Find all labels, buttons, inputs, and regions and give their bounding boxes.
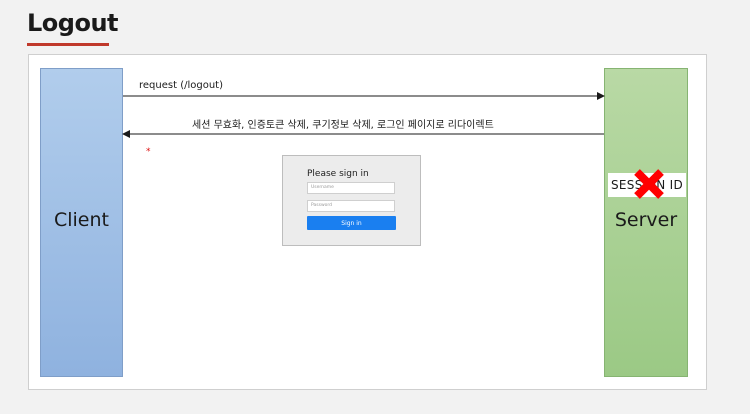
password-field[interactable]: Password bbox=[307, 200, 395, 212]
username-field[interactable]: Username bbox=[307, 182, 395, 194]
red-annotation-mark: * bbox=[146, 147, 151, 157]
login-title: Please sign in bbox=[307, 169, 369, 179]
request-label: request (/logout) bbox=[139, 80, 223, 91]
response-label: 세션 무효화, 인증토큰 삭제, 쿠기정보 삭제, 로그인 페이지로 리다이렉트 bbox=[192, 120, 494, 131]
sign-in-button[interactable]: Sign in bbox=[307, 216, 396, 230]
login-page-preview: Please sign in Username Password Sign in bbox=[282, 155, 421, 246]
